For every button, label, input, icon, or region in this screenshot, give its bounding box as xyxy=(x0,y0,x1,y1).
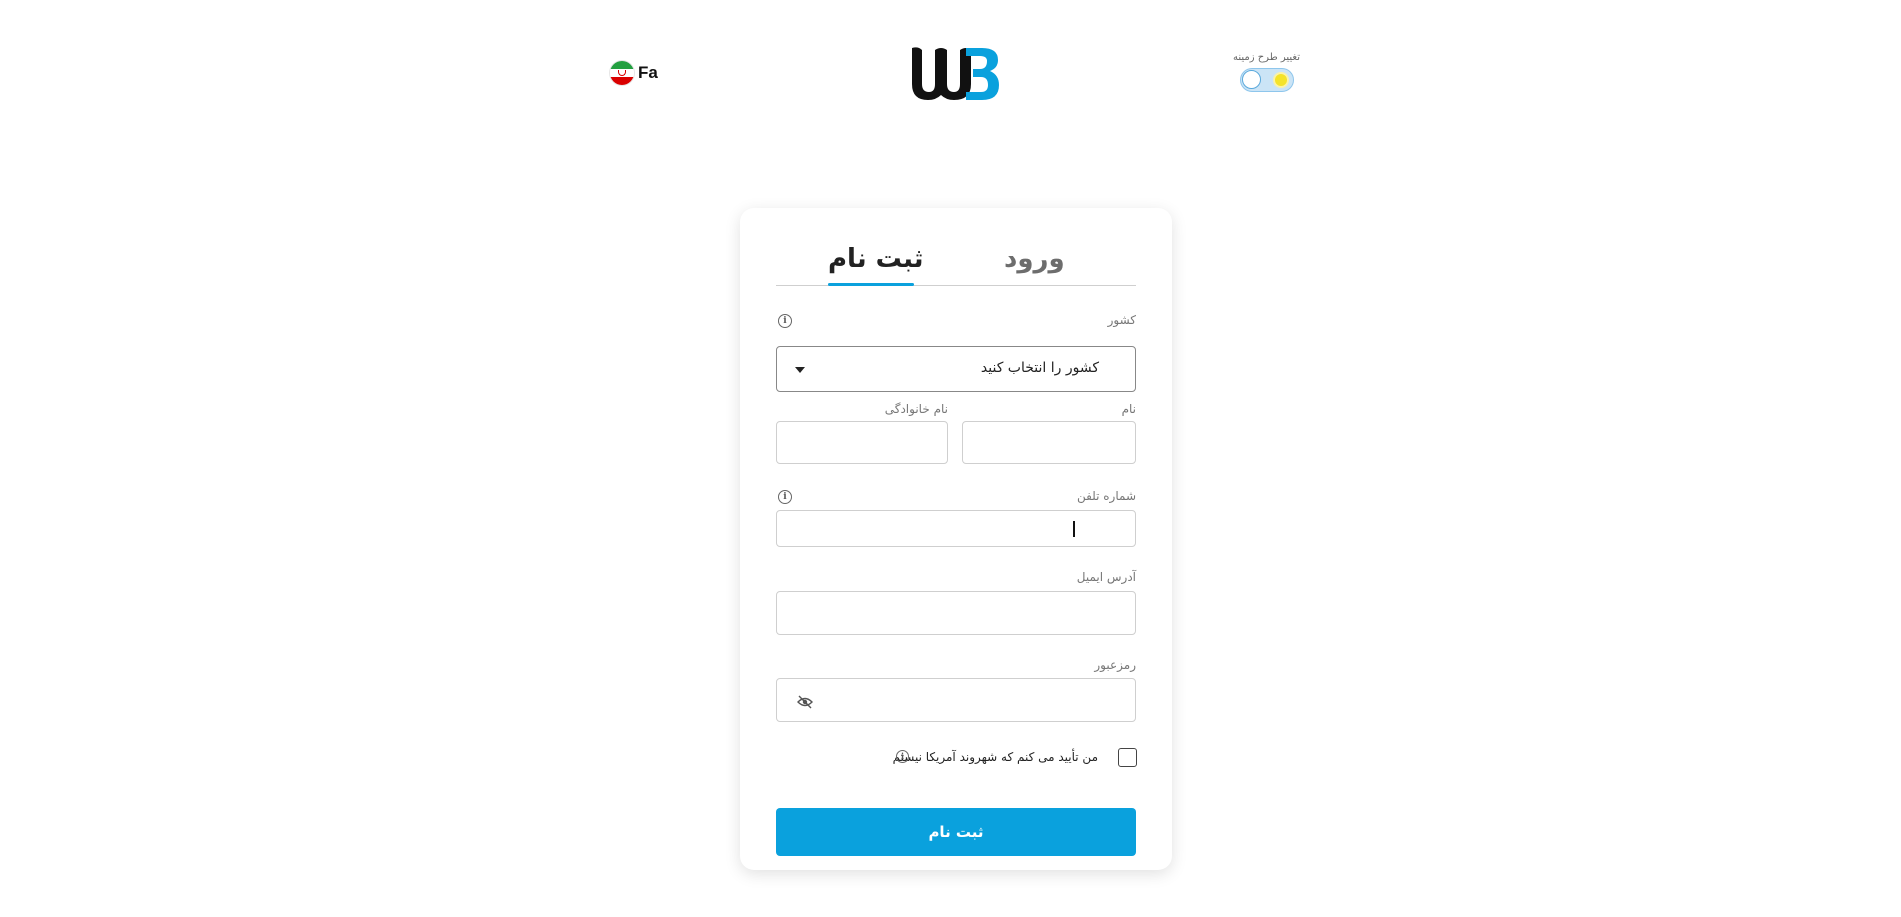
info-icon[interactable]: i xyxy=(778,490,792,504)
password-field[interactable] xyxy=(776,678,1136,722)
language-label: Fa xyxy=(638,63,658,82)
tab-login[interactable]: ورود xyxy=(1004,244,1065,274)
chevron-down-icon xyxy=(795,367,805,373)
theme-toggle[interactable] xyxy=(1240,68,1294,92)
theme-switcher: تغییر طرح زمینه xyxy=(1232,52,1300,96)
toggle-knob xyxy=(1242,70,1261,89)
wb-logo[interactable] xyxy=(910,44,1000,102)
register-button[interactable]: ثبت نام xyxy=(776,808,1136,856)
phone-field[interactable] xyxy=(776,510,1136,547)
phone-label: شماره تلفن xyxy=(1076,489,1136,503)
sun-icon xyxy=(1275,74,1287,86)
info-icon[interactable]: i xyxy=(896,750,909,763)
active-tab-indicator xyxy=(828,283,914,286)
auth-tabs: ورود ثبت نام xyxy=(776,230,1136,286)
country-select-value: کشور را انتخاب کنید xyxy=(980,360,1099,376)
theme-label: تغییر طرح زمینه xyxy=(1232,52,1300,63)
us-citizen-label: من تأیید می کنم که شهروند آمریکا نیستم xyxy=(892,750,1098,764)
tab-register[interactable]: ثبت نام xyxy=(828,244,924,274)
info-icon[interactable]: i xyxy=(778,314,792,328)
us-citizen-checkbox[interactable] xyxy=(1118,748,1137,767)
password-label: رمزعبور xyxy=(1094,658,1136,672)
language-switcher[interactable]: Fa xyxy=(610,60,658,86)
email-label: آدرس ایمیل xyxy=(1076,570,1136,584)
eye-slash-icon[interactable] xyxy=(797,694,813,709)
text-cursor xyxy=(1073,521,1075,537)
last-name-field[interactable] xyxy=(776,421,948,464)
email-field[interactable] xyxy=(776,591,1136,635)
auth-card: ورود ثبت نام کشور i کشور را انتخاب کنید … xyxy=(740,208,1172,870)
first-name-field[interactable] xyxy=(962,421,1136,464)
iran-flag-icon xyxy=(610,61,634,85)
country-label: کشور xyxy=(1107,313,1136,327)
first-name-label: نام xyxy=(1121,402,1136,416)
last-name-label: نام خانوادگی xyxy=(884,402,948,416)
country-select[interactable]: کشور را انتخاب کنید xyxy=(776,346,1136,392)
